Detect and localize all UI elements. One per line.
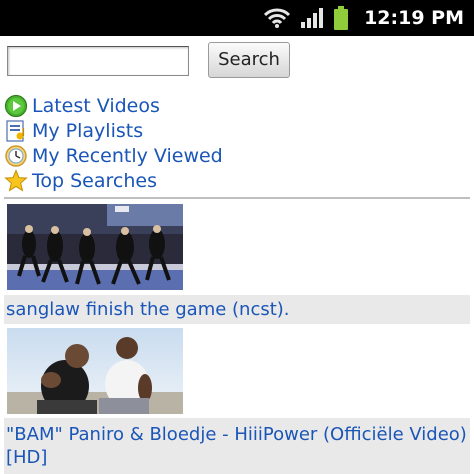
search-input[interactable] xyxy=(7,46,189,76)
video-title-bar[interactable]: "BAM" Paniro & Bloedje - HiiiPower (Offi… xyxy=(4,418,470,474)
video-title-bar[interactable]: sanglaw finish the game (ncst). xyxy=(4,295,470,324)
nav-links: Latest Videos My Playlists My Recently V… xyxy=(0,92,474,196)
nav-link-top-searches[interactable]: Top Searches xyxy=(4,169,157,193)
video-title: sanglaw finish the game (ncst). xyxy=(6,299,290,320)
divider xyxy=(4,197,470,199)
status-icons: 12:19 PM xyxy=(264,0,464,36)
play-icon xyxy=(4,94,28,118)
status-time: 12:19 PM xyxy=(364,7,464,29)
video-item[interactable]: sanglaw finish the game (ncst). xyxy=(4,202,470,326)
video-title: "BAM" Paniro & Bloedje - HiiiPower (Offi… xyxy=(6,424,467,468)
playlist-icon xyxy=(6,120,25,142)
nav-link-label: My Recently Viewed xyxy=(32,145,223,167)
nav-link-label: Top Searches xyxy=(32,170,157,192)
status-bar: 12:19 PM xyxy=(0,0,474,36)
video-item[interactable]: "BAM" Paniro & Bloedje - HiiiPower (Offi… xyxy=(4,328,470,474)
clock-icon xyxy=(5,145,27,167)
signal-icon xyxy=(301,8,324,28)
video-thumbnail[interactable] xyxy=(7,328,183,414)
battery-icon xyxy=(334,6,349,30)
search-button[interactable]: Search xyxy=(208,42,290,78)
nav-link-label: My Playlists xyxy=(32,120,144,142)
star-icon xyxy=(4,169,28,192)
nav-link-latest-videos[interactable]: Latest Videos xyxy=(4,94,160,118)
nav-link-my-playlists[interactable]: My Playlists xyxy=(4,119,143,143)
nav-link-recently-viewed[interactable]: My Recently Viewed xyxy=(4,144,223,168)
nav-link-label: Latest Videos xyxy=(32,95,160,117)
search-bar: Search xyxy=(0,36,474,92)
wifi-icon xyxy=(264,8,291,28)
video-thumbnail[interactable] xyxy=(7,204,183,290)
